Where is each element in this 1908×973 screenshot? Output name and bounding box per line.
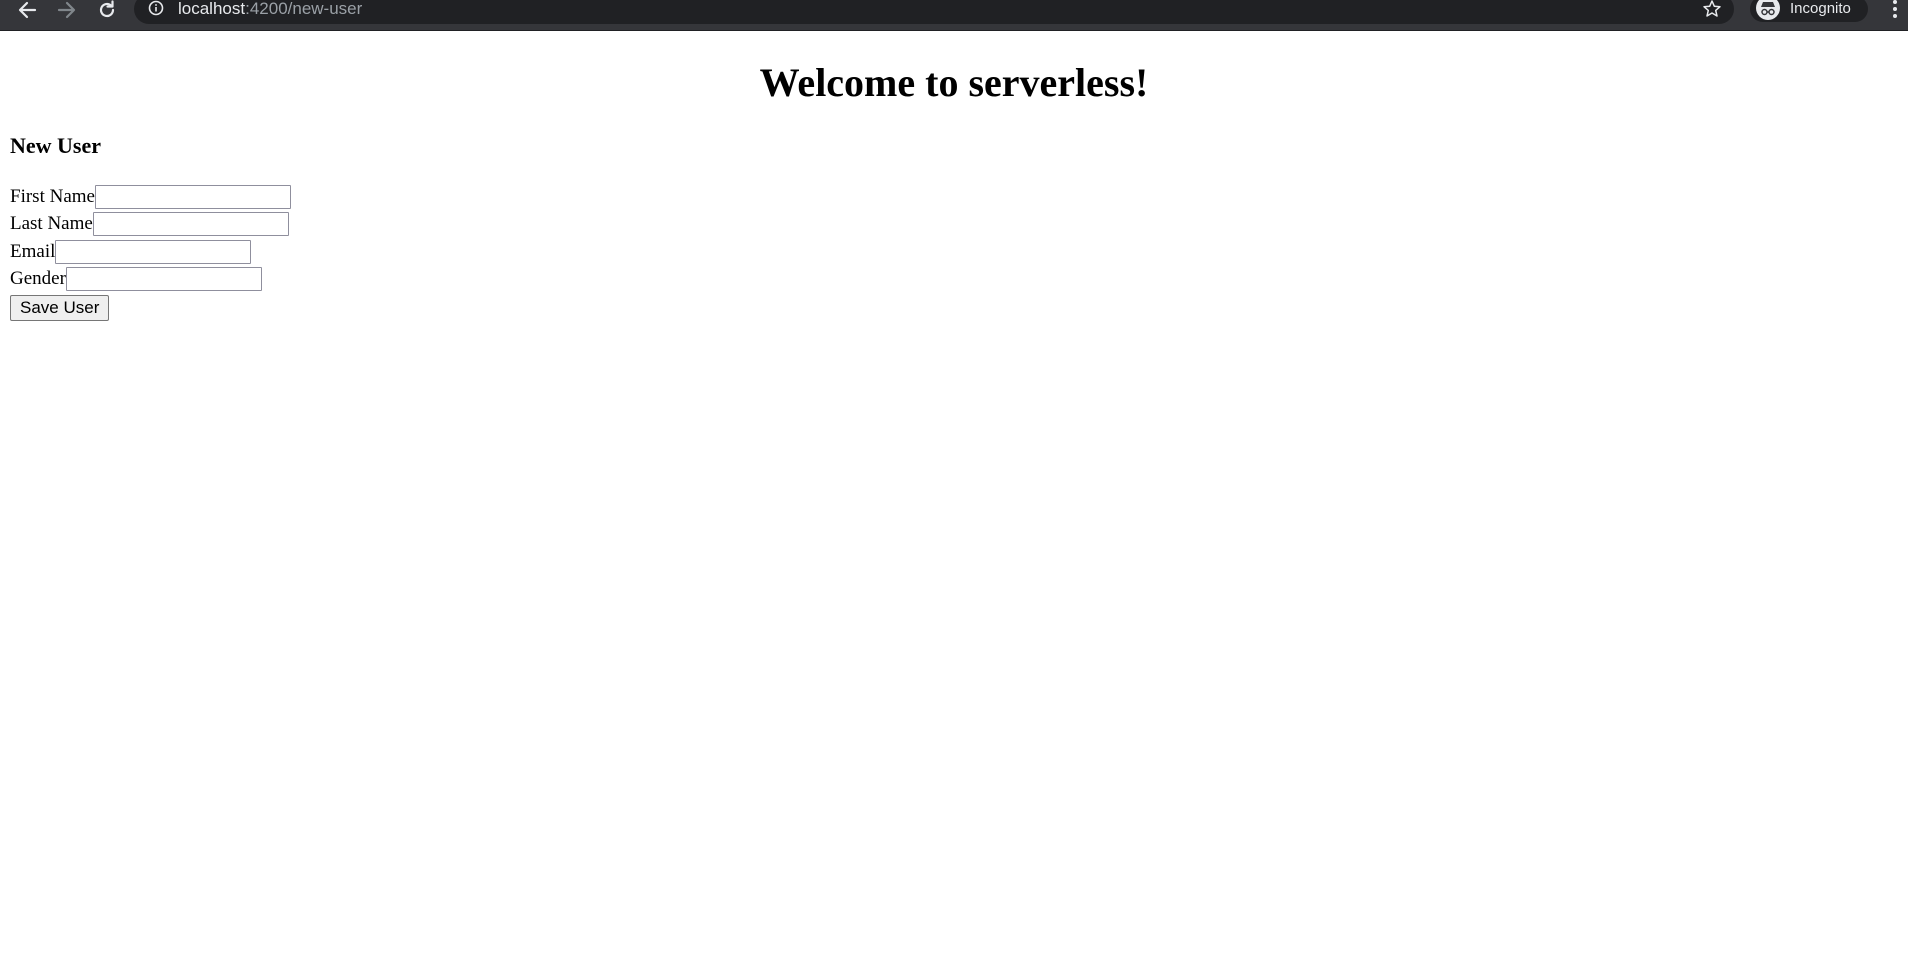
first-name-input[interactable] — [94, 184, 291, 209]
reload-icon — [99, 0, 115, 18]
url-host: localhost — [178, 0, 246, 18]
url-text[interactable]: localhost:4200/new-user — [178, 0, 362, 19]
url-path: :4200/new-user — [245, 0, 363, 18]
save-user-button[interactable]: Save User — [10, 295, 110, 321]
incognito-profile-button[interactable]: Incognito — [1750, 0, 1868, 22]
email-row: Email — [10, 238, 291, 266]
email-input[interactable] — [55, 239, 252, 264]
first-name-row: First Name — [10, 183, 291, 211]
last-name-label: Last Name — [10, 213, 93, 235]
reload-button[interactable] — [92, 0, 122, 20]
gender-input[interactable] — [65, 267, 262, 292]
first-name-label: First Name — [10, 185, 95, 207]
last-name-row: Last Name — [10, 211, 291, 239]
address-bar[interactable]: localhost:4200/new-user — [134, 0, 1734, 24]
star-icon[interactable] — [1702, 0, 1722, 19]
browser-toolbar: localhost:4200/new-user Incognito — [0, 0, 1908, 31]
gender-label: Gender — [10, 268, 66, 290]
more-vert-icon[interactable] — [1888, 0, 1902, 20]
email-label: Email — [10, 240, 56, 262]
new-user-form: First Name Last Name Email Gender Save U… — [10, 183, 291, 321]
back-button[interactable] — [12, 0, 42, 20]
forward-button[interactable] — [52, 0, 82, 20]
last-name-input[interactable] — [92, 212, 289, 237]
back-arrow-icon — [18, 1, 37, 19]
incognito-icon — [1756, 0, 1780, 20]
incognito-label: Incognito — [1790, 0, 1851, 17]
section-heading: New User — [10, 133, 102, 158]
forward-arrow-icon — [57, 1, 76, 19]
info-icon[interactable] — [148, 0, 164, 16]
page-title: Welcome to serverless! — [759, 60, 1149, 105]
gender-row: Gender — [10, 266, 291, 294]
